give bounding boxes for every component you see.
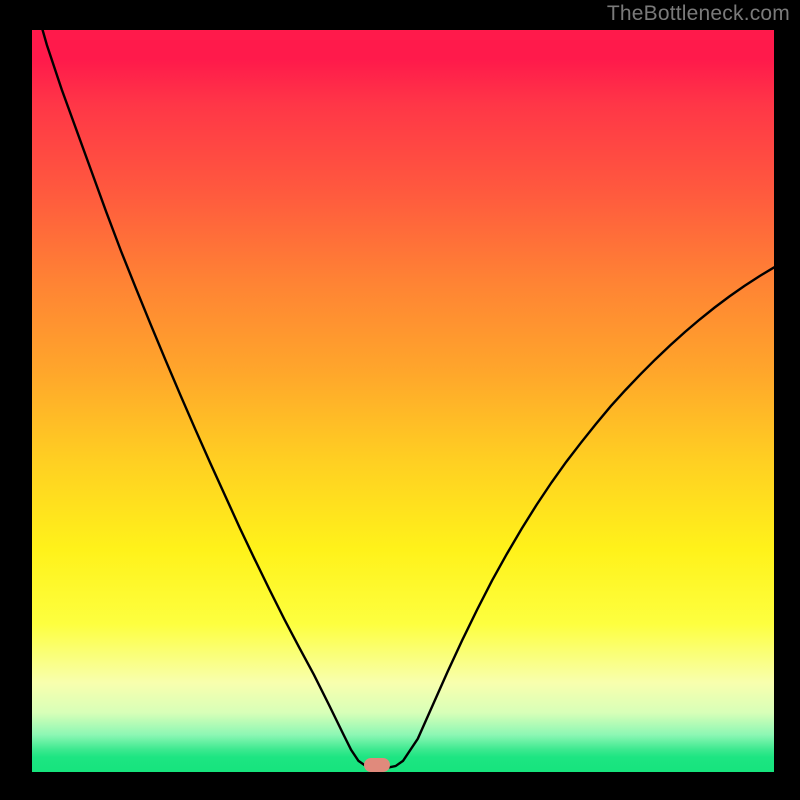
bottleneck-curve bbox=[32, 30, 774, 772]
plot-area bbox=[32, 30, 774, 772]
optimal-marker bbox=[364, 758, 390, 772]
chart-frame: TheBottleneck.com bbox=[0, 0, 800, 800]
watermark-text: TheBottleneck.com bbox=[607, 2, 790, 26]
